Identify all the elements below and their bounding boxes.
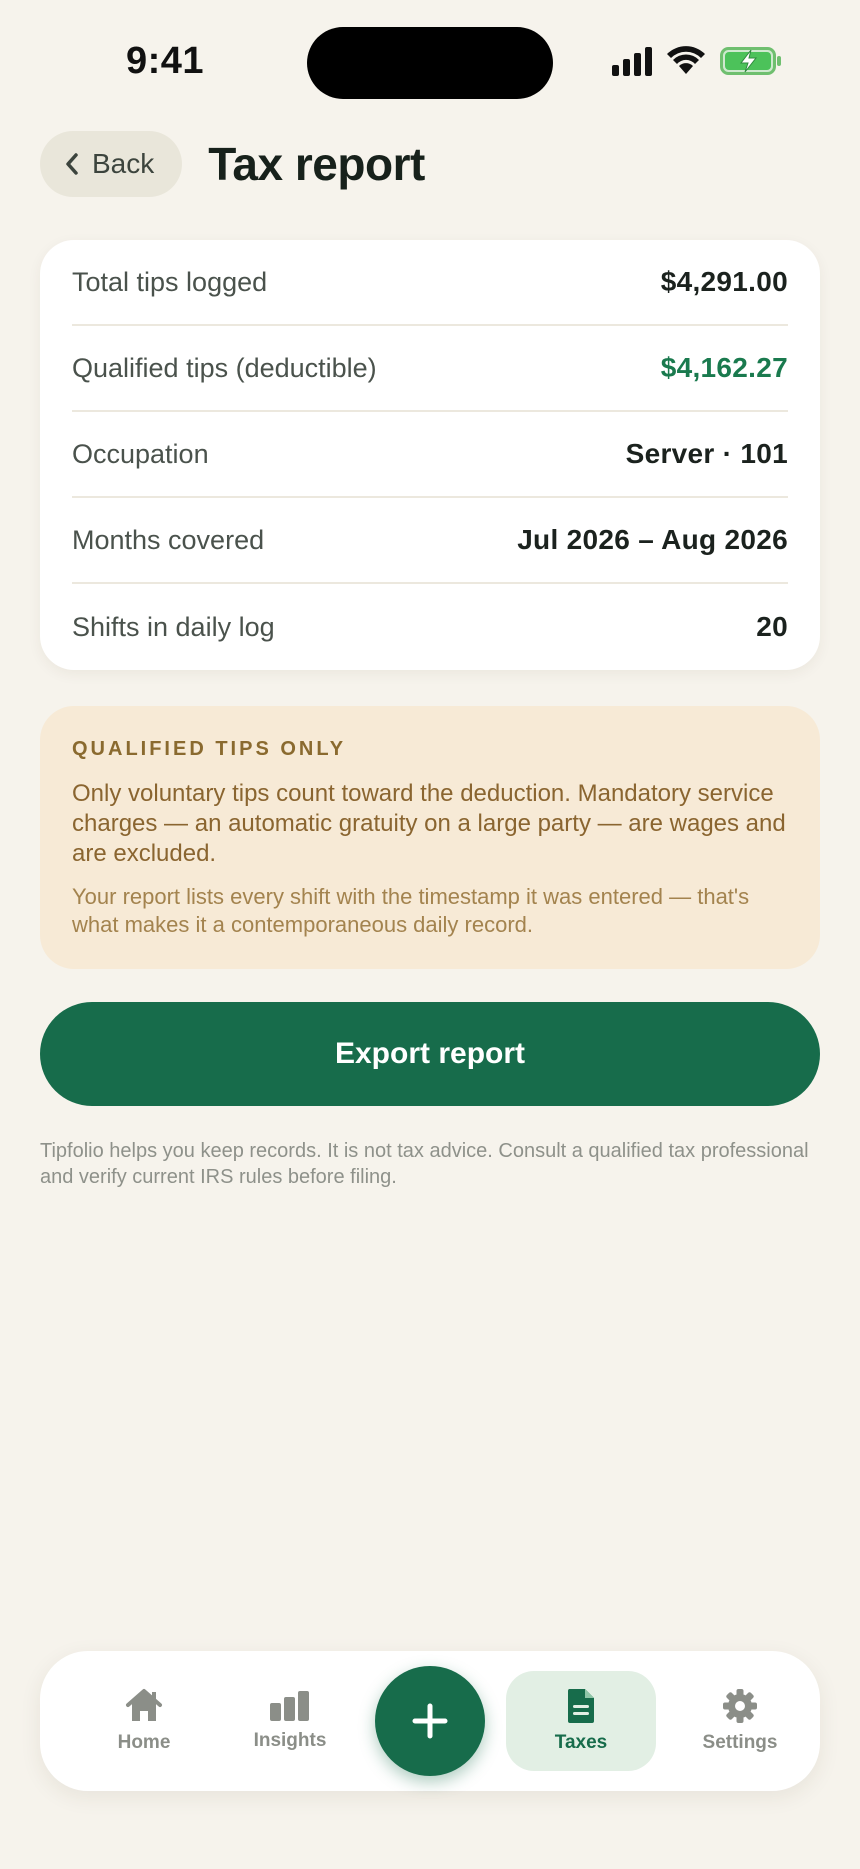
shifts-value: 20 bbox=[756, 611, 788, 642]
gear-icon bbox=[723, 1689, 757, 1723]
tab-label: Insights bbox=[253, 1730, 327, 1751]
summary-row-occupation: Occupation Server · 101 bbox=[72, 412, 788, 498]
add-shift-button[interactable] bbox=[375, 1666, 485, 1776]
tax-report-screen: 9:41 Back Tax report Total tips logged $… bbox=[0, 0, 860, 1869]
row-label: Qualified tips (deductible) bbox=[72, 352, 377, 383]
status-time: 9:41 bbox=[126, 40, 205, 82]
dynamic-island bbox=[307, 27, 553, 99]
bar-chart-icon bbox=[270, 1691, 309, 1721]
tab-home[interactable]: Home bbox=[84, 1671, 204, 1771]
summary-row-total-tips: Total tips logged $4,291.00 bbox=[72, 240, 788, 326]
tab-label: Settings bbox=[702, 1732, 778, 1753]
tab-insights[interactable]: Insights bbox=[220, 1671, 360, 1771]
occupation-value: Server · 101 bbox=[625, 438, 788, 469]
battery-charging-icon bbox=[720, 47, 781, 75]
row-label: Total tips logged bbox=[72, 266, 268, 297]
tab-taxes[interactable]: Taxes bbox=[506, 1671, 656, 1771]
notice-title: QUALIFIED TIPS ONLY bbox=[72, 738, 347, 760]
plus-icon bbox=[412, 1703, 448, 1739]
status-icons bbox=[612, 46, 782, 76]
summary-row-months-covered: Months covered Jul 2026 – Aug 2026 bbox=[72, 498, 788, 584]
status-bar: 9:41 bbox=[0, 0, 860, 120]
tab-label: Home bbox=[117, 1732, 171, 1753]
tab-settings[interactable]: Settings bbox=[670, 1671, 810, 1771]
notice-body: Only voluntary tips count toward the ded… bbox=[72, 780, 786, 867]
tab-bar: Home Insights Taxes Settings bbox=[40, 1651, 820, 1791]
wifi-icon bbox=[667, 46, 705, 74]
disclaimer: Tipfolio helps you keep records. It is n… bbox=[40, 1140, 809, 1188]
chevron-left-icon bbox=[66, 153, 78, 175]
months-covered-value: Jul 2026 – Aug 2026 bbox=[517, 524, 788, 555]
qualified-tips-value: $4,162.27 bbox=[660, 352, 788, 383]
row-label: Occupation bbox=[72, 438, 209, 469]
summary-row-shifts: Shifts in daily log 20 bbox=[72, 584, 788, 670]
qualified-tips-notice: QUALIFIED TIPS ONLY Only voluntary tips … bbox=[40, 706, 820, 969]
summary-row-qualified-tips: Qualified tips (deductible) $4,162.27 bbox=[72, 326, 788, 412]
page-title: Tax report bbox=[208, 138, 425, 190]
back-label: Back bbox=[92, 148, 155, 179]
home-icon bbox=[126, 1689, 162, 1721]
cellular-signal-icon bbox=[612, 46, 652, 76]
header: Back Tax report bbox=[40, 130, 820, 198]
row-label: Months covered bbox=[72, 524, 265, 555]
summary-card: Total tips logged $4,291.00 Qualified ti… bbox=[40, 240, 820, 670]
total-tips-value: $4,291.00 bbox=[660, 266, 788, 297]
back-button[interactable]: Back bbox=[40, 131, 183, 197]
export-report-button[interactable]: Export report bbox=[40, 1002, 820, 1106]
tab-label: Taxes bbox=[554, 1732, 608, 1753]
row-label: Shifts in daily log bbox=[72, 611, 275, 642]
notice-subtext: Your report lists every shift with the t… bbox=[72, 884, 750, 937]
document-icon bbox=[567, 1689, 594, 1723]
